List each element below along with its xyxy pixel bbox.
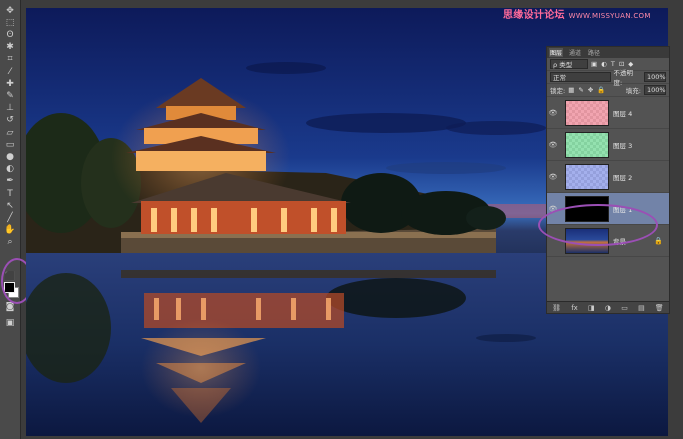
layer-row[interactable]: 👁 图层 3 bbox=[547, 129, 669, 161]
visibility-eye-icon[interactable]: 👁 bbox=[547, 141, 559, 149]
layers-panel-footer: ⛓ fx ◨ ◑ ▭ ▤ 🗑 bbox=[547, 301, 669, 313]
screen-mode-icon[interactable]: ▣ bbox=[3, 316, 17, 329]
lock-label: 锁定: bbox=[550, 87, 566, 95]
layer-thumbnail bbox=[565, 131, 609, 158]
lock-3-icon[interactable]: 🔒 bbox=[597, 86, 605, 94]
adjustment-layer-icon[interactable]: ◑ bbox=[605, 304, 611, 312]
tab-0[interactable]: 图层 bbox=[549, 48, 564, 57]
filter-1-icon[interactable]: ◐ bbox=[601, 60, 607, 68]
layer-thumbnail bbox=[565, 227, 609, 254]
lock-icons: ▦ ✎ ✥ 🔒 bbox=[568, 86, 605, 94]
pen-tool-icon[interactable]: ✒ bbox=[3, 175, 17, 188]
default-colors-icon[interactable]: ⬛ bbox=[3, 270, 17, 283]
tab-2[interactable]: 路径 bbox=[587, 48, 601, 57]
layer-thumbnail bbox=[565, 195, 609, 222]
layer-name: 图层 4 bbox=[613, 109, 633, 118]
blend-row: 正常 不透明度: 100% bbox=[547, 69, 669, 87]
layer-lock-icon: 🔒 bbox=[654, 236, 663, 245]
filter-row: ρ 类型 ▣ ◐ T ⊡ ◆ bbox=[547, 58, 669, 71]
lasso-tool-icon[interactable]: ʘ bbox=[3, 28, 17, 41]
marquee-tool-icon[interactable]: ⬚ bbox=[3, 16, 17, 29]
watermark: 思缘设计论坛 WWW.MISSYUAN.COM bbox=[503, 6, 651, 21]
add-mask-icon[interactable]: ◨ bbox=[588, 304, 595, 312]
panel-tabs: 图层 通道 路径 bbox=[547, 47, 669, 58]
layer-name: 图层 3 bbox=[613, 141, 633, 150]
filter-0-icon[interactable]: ▣ bbox=[591, 60, 597, 68]
visibility-eye-icon[interactable]: 👁 bbox=[547, 109, 559, 117]
line-tool-icon[interactable]: ╱ bbox=[3, 211, 17, 224]
opacity-input[interactable]: 100% bbox=[644, 72, 666, 82]
history-brush-tool-icon[interactable]: ↺ bbox=[3, 114, 17, 127]
layer-name: 图层 1 bbox=[613, 205, 633, 214]
eyedropper-tool-icon[interactable]: ⁄ bbox=[3, 65, 17, 78]
layer-name: 背景 bbox=[613, 237, 626, 246]
blur-tool-icon[interactable]: ● bbox=[3, 150, 17, 163]
trash-icon[interactable]: 🗑 bbox=[655, 304, 664, 312]
foreground-color-swatch[interactable] bbox=[4, 282, 15, 293]
opacity-label: 不透明度: bbox=[613, 69, 634, 87]
layer-name: 图层 2 bbox=[613, 173, 633, 182]
quick-mask-icon[interactable]: ◙ bbox=[3, 300, 17, 313]
blend-mode-select[interactable]: 正常 bbox=[550, 72, 611, 82]
tab-1[interactable]: 通道 bbox=[568, 48, 582, 57]
fill-label: 填充: bbox=[625, 87, 641, 95]
layer-row[interactable]: 👁 图层 4 bbox=[547, 97, 669, 129]
lock-row: 锁定: ▦ ✎ ✥ 🔒 填充: 100% bbox=[547, 84, 669, 97]
visibility-eye-icon[interactable]: 👁 bbox=[547, 173, 559, 181]
fx-icon[interactable]: fx bbox=[571, 304, 578, 312]
filter-type-select[interactable]: ρ 类型 bbox=[550, 59, 588, 69]
layer-row[interactable]: 👁 图层 2 bbox=[547, 161, 669, 193]
healing-brush-tool-icon[interactable]: ✚ bbox=[3, 77, 17, 90]
path-selection-tool-icon[interactable]: ↖ bbox=[3, 199, 17, 212]
eraser-tool-icon[interactable]: ▱ bbox=[3, 126, 17, 139]
brush-tool-icon[interactable]: ✎ bbox=[3, 89, 17, 102]
tools-panel: ✥ ⬚ ʘ ✱ ⌗ ⁄ ✚ ✎ ⊥ ↺ ▱ ▭ ● ◐ ✒ T ↖ ╱ ✋ ⌕ bbox=[0, 0, 21, 439]
stamp-tool-icon[interactable]: ⊥ bbox=[3, 102, 17, 115]
watermark-text: 思缘设计论坛 bbox=[503, 10, 565, 21]
new-group-icon[interactable]: ▭ bbox=[621, 304, 628, 312]
visibility-eye-icon[interactable]: 👁 bbox=[547, 205, 559, 213]
crop-tool-icon[interactable]: ⌗ bbox=[3, 53, 17, 66]
layers-panel: 图层 通道 路径 ρ 类型 ▣ ◐ T ⊡ ◆ 正常 不透明度: 100% 锁定: ▦ ✎ ✥ 🔒… bbox=[546, 46, 670, 314]
layer-list: 👁 图层 4 👁 图层 3 👁 图层 2 👁 图层 1 背景 🔒 bbox=[547, 97, 669, 257]
lock-2-icon[interactable]: ✥ bbox=[588, 86, 593, 94]
new-layer-icon[interactable]: ▤ bbox=[638, 304, 645, 312]
layer-thumbnail bbox=[565, 99, 609, 126]
layer-thumbnail bbox=[565, 163, 609, 190]
gradient-tool-icon[interactable]: ▭ bbox=[3, 138, 17, 151]
type-tool-icon[interactable]: T bbox=[3, 187, 17, 200]
link-layers-icon[interactable]: ⛓ bbox=[552, 304, 561, 312]
layer-row[interactable]: 背景 🔒 bbox=[547, 225, 669, 257]
watermark-url: WWW.MISSYUAN.COM bbox=[568, 12, 651, 20]
lock-1-icon[interactable]: ✎ bbox=[578, 86, 583, 94]
lock-0-icon[interactable]: ▦ bbox=[568, 86, 574, 94]
dodge-tool-icon[interactable]: ◐ bbox=[3, 163, 17, 176]
zoom-tool-icon[interactable]: ⌕ bbox=[3, 236, 17, 249]
fill-input[interactable]: 100% bbox=[644, 85, 666, 95]
hand-tool-icon[interactable]: ✋ bbox=[3, 224, 17, 237]
layer-row[interactable]: 👁 图层 1 bbox=[547, 193, 669, 225]
move-tool-icon[interactable]: ✥ bbox=[3, 4, 17, 17]
magic-wand-tool-icon[interactable]: ✱ bbox=[3, 41, 17, 54]
